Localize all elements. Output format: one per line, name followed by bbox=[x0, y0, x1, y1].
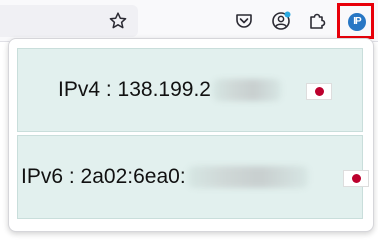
account-icon[interactable] bbox=[270, 10, 292, 32]
ip-extension-button[interactable]: IP bbox=[337, 3, 374, 39]
pocket-icon[interactable] bbox=[233, 10, 255, 32]
ip-popup-panel: IPv4 : 138.199.2 IPv6 : 2a02:6ea0: bbox=[8, 38, 374, 232]
ipv6-blurred-value bbox=[187, 166, 308, 188]
ipv6-value: 2a02:6ea0: bbox=[80, 165, 186, 188]
japan-flag-sun bbox=[315, 87, 324, 96]
ipv6-label: IPv6 bbox=[21, 165, 64, 188]
ipv4-value: 138.199.2 bbox=[117, 78, 211, 101]
ipv6-separator: : bbox=[63, 165, 81, 188]
browser-toolbar: IP bbox=[0, 0, 378, 42]
ipv6-line[interactable]: IPv6 : 2a02:6ea0: bbox=[21, 136, 308, 218]
japan-flag-icon bbox=[343, 170, 369, 187]
ipv4-label: IPv4 bbox=[58, 78, 101, 101]
ip-extension-icon: IP bbox=[348, 13, 366, 31]
japan-flag-icon bbox=[306, 83, 332, 100]
ipv4-line[interactable]: IPv4 : 138.199.2 bbox=[58, 49, 281, 131]
extensions-puzzle-icon[interactable] bbox=[306, 10, 328, 32]
background-page-fragment bbox=[0, 60, 8, 76]
bookmark-star-icon[interactable] bbox=[108, 11, 128, 31]
japan-flag-sun bbox=[352, 174, 361, 183]
ipv4-separator: : bbox=[100, 78, 118, 101]
ipv6-box: IPv6 : 2a02:6ea0: bbox=[17, 135, 369, 219]
ipv4-blurred-value bbox=[212, 79, 281, 101]
ipv4-box: IPv4 : 138.199.2 bbox=[17, 48, 363, 132]
